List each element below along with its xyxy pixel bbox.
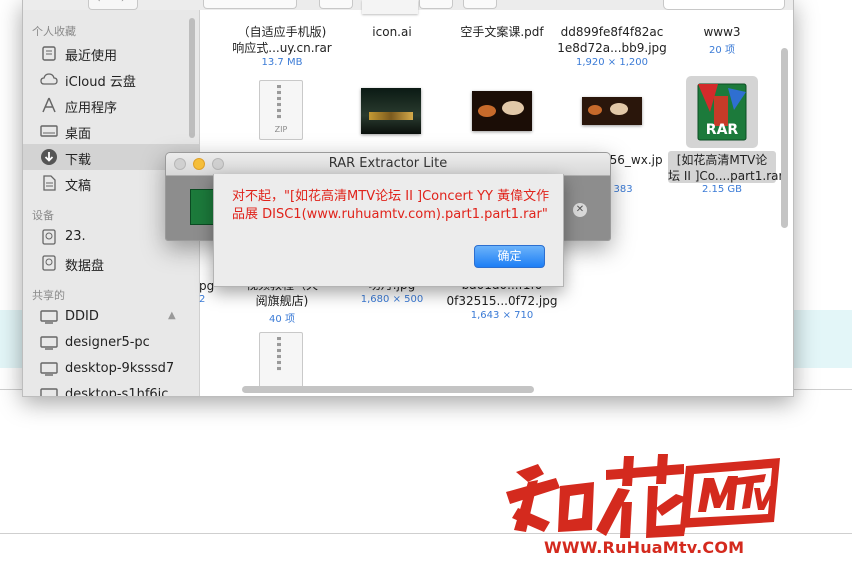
view-mode-buttons[interactable]	[203, 0, 297, 9]
sidebar-item-data-disk[interactable]: 数据盘	[23, 250, 199, 276]
search-field[interactable]	[663, 0, 785, 10]
sidebar-item-label: 下载	[65, 153, 92, 168]
desktop-icon	[40, 125, 58, 137]
sidebar-item-ddid[interactable]: DDID ▲	[23, 304, 199, 330]
sidebar-item-icloud[interactable]: iCloud 云盘	[23, 66, 199, 92]
sidebar-item-label: 文稿	[65, 179, 92, 194]
disk-icon	[42, 255, 56, 271]
error-alert-sheet: 对不起，"[如花高清MTV论坛 II ]Concert YY 黃偉文作品展 DI…	[213, 174, 564, 287]
file-meta: × 383	[602, 184, 633, 195]
computer-icon	[40, 388, 58, 396]
file-name[interactable]: dd899fe8f4f82ac	[552, 24, 672, 40]
disk-icon	[42, 229, 56, 245]
logo-url-text: WWW.RuHuaMtv.COM	[544, 538, 745, 557]
sidebar-section-devices: 设备	[32, 209, 54, 222]
vertical-scrollbar[interactable]	[781, 48, 788, 228]
eject-icon[interactable]: ▲	[168, 310, 176, 321]
applications-icon	[42, 97, 56, 113]
ok-button[interactable]: 确定	[474, 245, 545, 268]
file-name[interactable]: 响应式...uy.cn.rar	[222, 40, 342, 56]
sidebar-item-label: 桌面	[65, 127, 92, 142]
sidebar-item-label: 最近使用	[65, 49, 118, 64]
recents-icon	[42, 46, 56, 61]
file-name[interactable]: 356_wx.jp	[602, 152, 672, 168]
back-forward-buttons[interactable]: ‹ ›	[88, 0, 138, 10]
computer-icon	[40, 362, 58, 376]
file-name[interactable]: icon.ai	[350, 24, 434, 40]
file-meta: 2	[199, 294, 206, 305]
image-thumbnail[interactable]	[361, 88, 421, 134]
sidebar-item-label: DDID	[65, 309, 99, 324]
sidebar-section-favorites: 个人收藏	[32, 25, 76, 38]
sidebar-item-desktop[interactable]: 桌面	[23, 118, 199, 144]
icloud-icon	[40, 73, 58, 85]
sidebar-item-recents[interactable]: 最近使用	[23, 40, 199, 66]
sidebar-item-desktop-9ksssd7[interactable]: desktop-9ksssd7	[23, 356, 199, 382]
file-meta: 40 项	[269, 314, 295, 325]
arrange-button[interactable]	[319, 0, 353, 9]
file-meta: 1,920 × 1,200	[576, 57, 648, 68]
sidebar-item-label: 23.	[65, 229, 86, 244]
file-meta: 13.7 MB	[261, 57, 303, 68]
file-name[interactable]: 0f32515...0f72.jpg	[442, 293, 562, 309]
rar-extractor-titlebar[interactable]: RAR Extractor Lite	[166, 153, 610, 176]
rar-archive-icon[interactable]: RAR	[694, 82, 750, 142]
zip-file-icon[interactable]: ZIP	[259, 80, 303, 140]
ai-file-thumbnail[interactable]	[362, 0, 418, 14]
horizontal-scrollbar[interactable]	[242, 386, 534, 393]
file-name[interactable]: www3	[686, 24, 758, 40]
file-name[interactable]: 坛 II ]Co....part1.rar	[668, 168, 783, 184]
file-meta: 20 项	[709, 45, 735, 56]
computer-icon	[40, 310, 58, 324]
sidebar-item-label: 数据盘	[65, 259, 105, 274]
window-title: RAR Extractor Lite	[328, 156, 448, 171]
file-name[interactable]: （自适应手机版)	[222, 24, 342, 40]
zip-label: ZIP	[274, 125, 288, 134]
file-name[interactable]: [如花高清MTV论	[668, 152, 776, 168]
sidebar-section-shared: 共享的	[32, 289, 65, 302]
rar-icon-label: RAR	[706, 122, 739, 138]
file-meta: 1,643 × 710	[470, 310, 534, 321]
file-meta: 2.15 GB	[701, 184, 743, 195]
alert-message: 对不起，"[如花高清MTV论坛 II ]Concert YY 黃偉文作品展 DI…	[232, 189, 550, 222]
sidebar-item-designer5[interactable]: designer5-pc	[23, 330, 199, 356]
sidebar-item-label: iCloud 云盘	[65, 75, 136, 90]
computer-icon	[40, 336, 58, 350]
downloads-icon	[41, 149, 57, 165]
ruhua-mtv-logo: WWW.RuHuaMtv.COM	[498, 452, 788, 564]
file-meta: 1,680 × 500	[360, 294, 424, 305]
share-button[interactable]	[419, 0, 453, 9]
tea-image-thumbnail[interactable]	[582, 97, 642, 125]
sidebar-item-label: desktop-9ksssd7	[65, 361, 175, 376]
sidebar-item-label: 应用程序	[65, 101, 118, 116]
sidebar-item-label: designer5-pc	[65, 335, 150, 350]
zip-file-icon[interactable]	[259, 332, 303, 390]
close-circle-icon[interactable]: ✕	[573, 203, 587, 217]
sidebar-item-label: desktop-s1hf6ic	[65, 387, 169, 396]
file-name[interactable]: 阅旗舰店)	[222, 293, 342, 309]
sidebar-item-applications[interactable]: 应用程序	[23, 92, 199, 118]
tags-button[interactable]	[463, 0, 497, 9]
tea-image-thumbnail[interactable]	[472, 91, 532, 131]
file-name[interactable]: 空手文案课.pdf	[450, 24, 554, 40]
sidebar-item-desktop-s1hf6ic[interactable]: desktop-s1hf6ic	[23, 382, 199, 396]
documents-icon	[43, 175, 56, 191]
file-name[interactable]: 1e8d72a...bb9.jpg	[552, 40, 672, 56]
